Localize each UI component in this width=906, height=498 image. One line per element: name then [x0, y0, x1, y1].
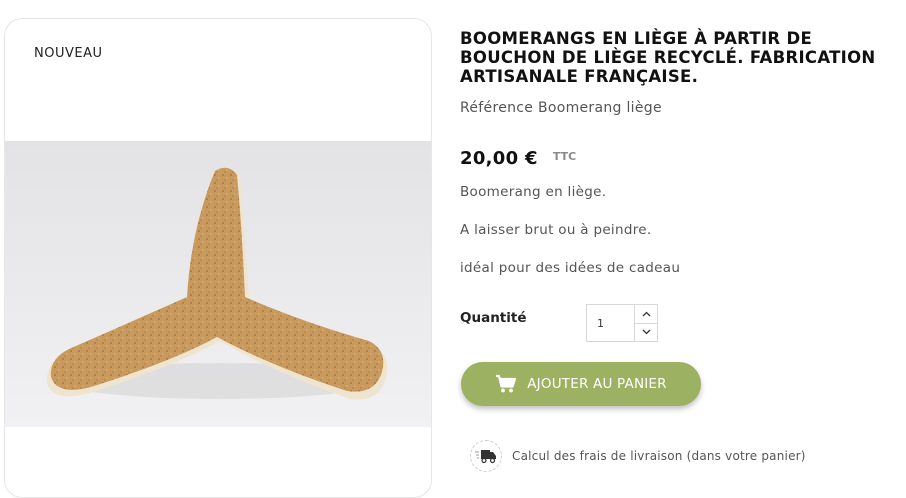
- product-title: BOOMERANGS EN LIÈGE À PARTIR DE BOUCHON …: [460, 29, 876, 86]
- chevron-up-icon[interactable]: [635, 305, 657, 324]
- description-line: idéal pour des idées de cadeau: [460, 260, 681, 276]
- add-to-cart-button[interactable]: AJOUTER AU PANIER: [461, 362, 701, 406]
- product-photo[interactable]: [5, 141, 431, 427]
- product-reference: Référence Boomerang liège: [460, 100, 662, 116]
- product-image-card: NOUVEAU: [4, 18, 432, 498]
- tax-label: TTC: [552, 150, 577, 163]
- description-line: A laisser brut ou à peindre.: [460, 222, 652, 238]
- chevron-down-icon[interactable]: [635, 324, 657, 342]
- new-badge: NOUVEAU: [34, 46, 103, 61]
- shipping-text: Calcul des frais de livraison (dans votr…: [512, 449, 806, 463]
- product-price: 20,00 €: [460, 148, 538, 169]
- delivery-truck-icon: [470, 440, 502, 472]
- quantity-label: Quantité: [460, 310, 527, 326]
- description-line: Boomerang en liège.: [460, 184, 607, 200]
- price-row: 20,00 € TTC: [460, 148, 576, 169]
- shopping-cart-icon: [495, 374, 517, 394]
- quantity-input[interactable]: [587, 305, 635, 341]
- quantity-stepper: [586, 304, 658, 342]
- quantity-arrows: [635, 305, 657, 341]
- shipping-info: Calcul des frais de livraison (dans votr…: [470, 440, 806, 472]
- add-to-cart-label: AJOUTER AU PANIER: [527, 376, 667, 392]
